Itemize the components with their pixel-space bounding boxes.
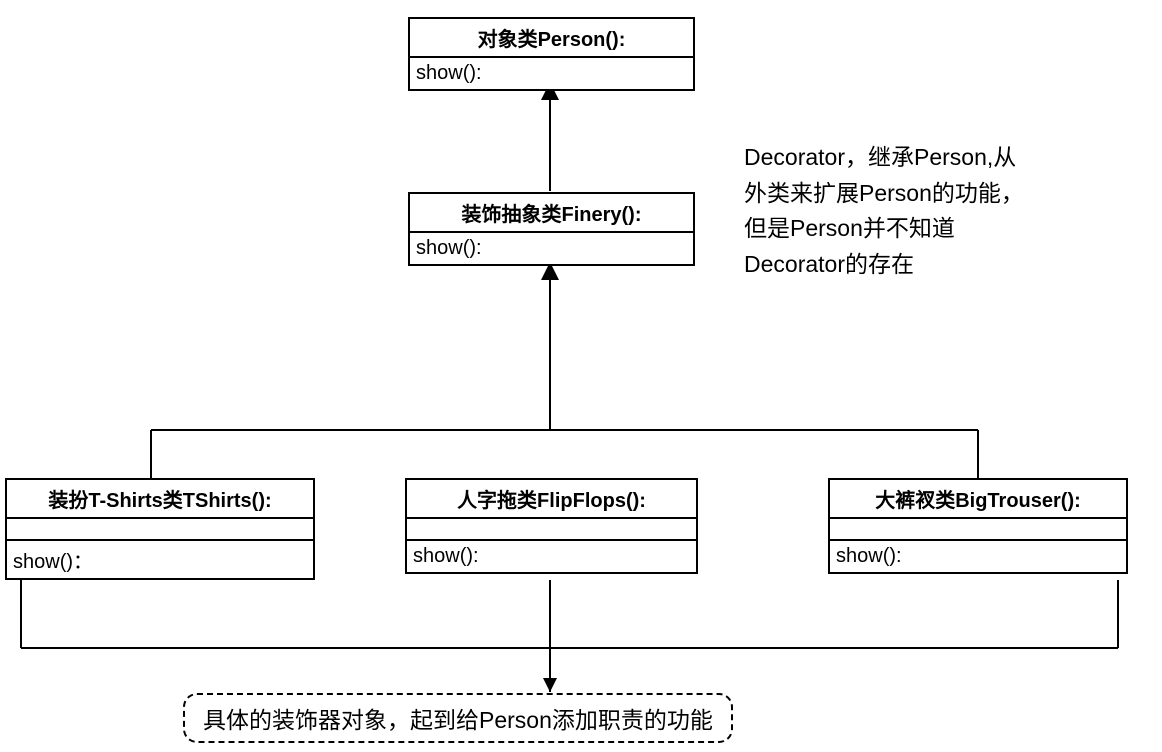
connector-lines bbox=[0, 0, 1162, 752]
class-person-method: show(): bbox=[410, 58, 693, 89]
class-tshirts-title: 装扮T-Shirts类TShirts(): bbox=[7, 480, 313, 519]
class-tshirts-method: show()： bbox=[7, 541, 313, 578]
class-flipflops: 人字拖类FlipFlops(): show(): bbox=[405, 478, 698, 574]
class-bigtrouser-title: 大裤衩类BigTrouser(): bbox=[830, 480, 1126, 519]
class-flipflops-title: 人字拖类FlipFlops(): bbox=[407, 480, 696, 519]
class-flipflops-mid bbox=[407, 519, 696, 541]
class-bigtrouser-mid bbox=[830, 519, 1126, 541]
class-finery: 装饰抽象类Finery(): show(): bbox=[408, 192, 695, 266]
class-tshirts: 装扮T-Shirts类TShirts(): show()： bbox=[5, 478, 315, 580]
class-person: 对象类Person(): show(): bbox=[408, 17, 695, 91]
class-bigtrouser: 大裤衩类BigTrouser(): show(): bbox=[828, 478, 1128, 574]
concrete-decorator-note: 具体的装饰器对象，起到给Person添加职责的功能 bbox=[183, 693, 733, 743]
class-finery-method: show(): bbox=[410, 233, 693, 264]
class-finery-title: 装饰抽象类Finery(): bbox=[410, 194, 693, 233]
class-flipflops-method: show(): bbox=[407, 541, 696, 572]
class-person-title: 对象类Person(): bbox=[410, 19, 693, 58]
class-bigtrouser-method: show(): bbox=[830, 541, 1126, 572]
class-tshirts-mid bbox=[7, 519, 313, 541]
finery-annotation: Decorator，继承Person,从外类来扩展Person的功能，但是Per… bbox=[744, 140, 1024, 283]
